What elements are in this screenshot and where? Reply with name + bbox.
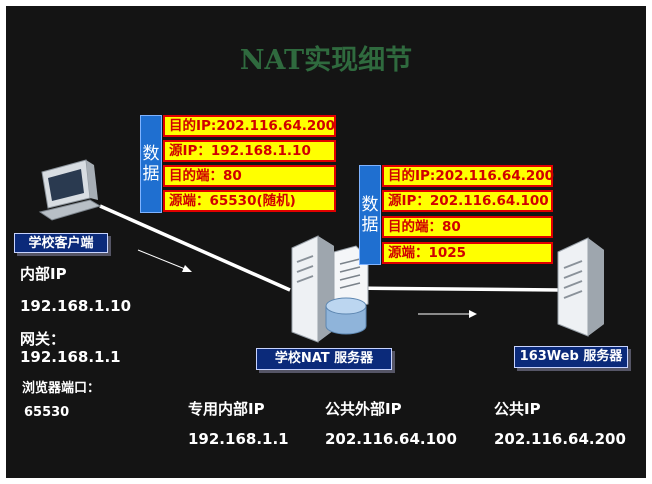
packet-client-dst-port: 目的端：80	[163, 165, 336, 187]
client-label: 学校客户端	[14, 233, 108, 253]
client-inner-ip: 192.168.1.10	[20, 297, 132, 315]
client-inner-ip-label: 内部IP	[20, 265, 67, 283]
client-browser-port: 65530	[24, 405, 70, 420]
nat-web-link	[344, 286, 561, 292]
packet-side-char: 数	[361, 194, 379, 215]
public-external-ip-value: 202.116.64.100	[325, 430, 457, 448]
public-ip-label: 公共IP	[494, 400, 541, 418]
web-server-icon	[557, 237, 604, 337]
packet-side-char: 数	[142, 143, 160, 164]
nat-server-icon	[291, 235, 369, 343]
client-nat-link	[99, 204, 291, 292]
private-ip-value: 192.168.1.1	[188, 430, 289, 448]
client-computer-icon	[38, 159, 102, 221]
packet-nat: 数 据 目的IP:202.116.64.200 源IP：202.116.64.1…	[359, 165, 554, 265]
packet-client-dst-ip: 目的IP:202.116.64.200	[163, 115, 336, 137]
client-browser-port-label: 浏览器端口：	[22, 381, 101, 396]
packet-client: 数 据 目的IP:202.116.64.200 源IP：192.168.1.10…	[140, 115, 336, 213]
client-gateway-label: 网关：	[20, 330, 66, 348]
flow-arrow-right	[418, 310, 477, 318]
nat-server-label: 学校NAT 服务器	[256, 348, 392, 370]
packet-client-src-ip: 源IP：192.168.1.10	[163, 140, 336, 162]
private-ip-label: 专用内部IP	[188, 400, 265, 418]
public-external-ip-label: 公共外部IP	[325, 400, 402, 418]
packet-side-char: 据	[361, 215, 379, 235]
packet-nat-src-port: 源端：1025	[382, 242, 553, 264]
client-gateway: 192.168.1.1	[20, 348, 121, 366]
packet-nat-dst-ip: 目的IP:202.116.64.200	[382, 165, 554, 187]
packet-client-side-label: 数 据	[140, 115, 162, 213]
web-server-label: 163Web 服务器	[514, 346, 628, 368]
slide: NAT实现细节 数 据 目的IP:202.116.64.200 源IP：192.…	[0, 0, 652, 484]
packet-nat-src-ip: 源IP：202.116.64.100	[382, 190, 553, 212]
packet-side-char: 据	[142, 164, 160, 184]
packet-nat-dst-port: 目的端：80	[382, 216, 553, 238]
packet-nat-side-label: 数 据	[359, 165, 381, 265]
flow-arrow-left	[137, 249, 192, 272]
packet-client-src-port: 源端：65530(随机)	[163, 190, 336, 212]
public-ip-value: 202.116.64.200	[494, 430, 626, 448]
